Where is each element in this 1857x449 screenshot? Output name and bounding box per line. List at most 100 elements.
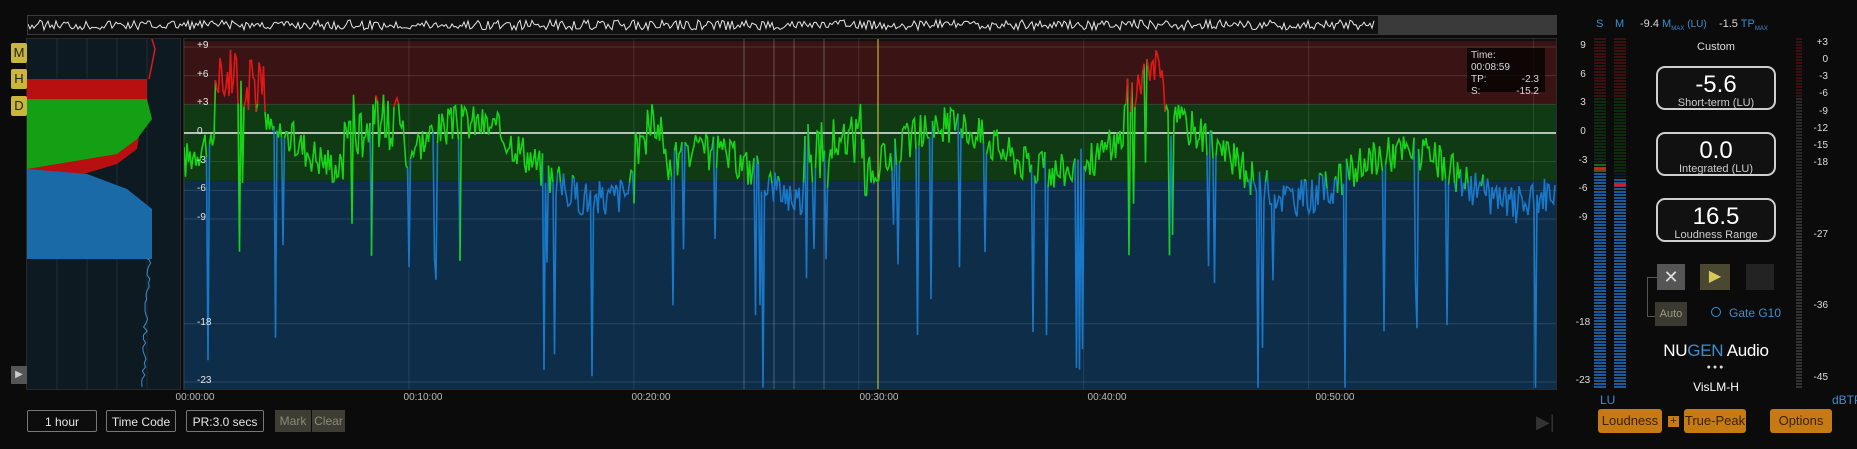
- tp-segment: [1796, 113, 1802, 115]
- s-meter-segment: [1594, 56, 1606, 58]
- m-meter-segment: [1614, 179, 1626, 181]
- m-meter-segment: [1614, 83, 1626, 85]
- auto-button[interactable]: Auto: [1655, 302, 1687, 326]
- m-meter-segment: [1614, 173, 1626, 175]
- s-meter-segment: [1594, 206, 1606, 208]
- s-meter-segment: [1594, 110, 1606, 112]
- tp-segment: [1796, 59, 1802, 61]
- s-meter-segment: [1594, 293, 1606, 295]
- m-meter-segment: [1614, 233, 1626, 235]
- m-meter-segment: [1614, 170, 1626, 172]
- tp-segment: [1796, 206, 1802, 208]
- mark-button[interactable]: Mark: [275, 410, 311, 432]
- m-meter-segment: [1614, 65, 1626, 67]
- tp-segment: [1796, 161, 1802, 163]
- loudness-history-graph[interactable]: [183, 38, 1557, 390]
- tp-segment: [1796, 179, 1802, 181]
- tp-segment: [1796, 266, 1802, 268]
- mode-button-h[interactable]: H: [11, 69, 27, 89]
- options-button[interactable]: Options: [1770, 409, 1832, 433]
- tp-segment: [1796, 200, 1802, 202]
- y-tick-label: +9: [197, 40, 209, 51]
- preset-name[interactable]: Custom: [1656, 41, 1776, 53]
- tp-segment: [1796, 173, 1802, 175]
- time-range-select[interactable]: 1 hour: [27, 410, 97, 432]
- tp-segment: [1796, 242, 1802, 244]
- tp-scale-label: -15: [1813, 139, 1828, 151]
- s-meter-segment: [1594, 380, 1606, 382]
- s-meter-segment: [1594, 386, 1606, 388]
- s-meter-segment: [1594, 239, 1606, 241]
- tp-segment: [1796, 143, 1802, 145]
- m-meter-segment: [1614, 365, 1626, 367]
- tp-segment: [1796, 212, 1802, 214]
- m-meter-segment: [1614, 254, 1626, 256]
- gate-label[interactable]: Gate G10: [1729, 306, 1781, 320]
- s-meter-segment: [1594, 38, 1606, 40]
- s-meter-segment: [1594, 281, 1606, 283]
- tp-label: TP:: [1471, 74, 1487, 85]
- y-tick-label: -6: [197, 183, 206, 195]
- s-meter-segment: [1594, 284, 1606, 286]
- m-meter-segment: [1614, 278, 1626, 280]
- tp-segment: [1796, 86, 1802, 88]
- m-meter-segment: [1614, 227, 1626, 229]
- play-icon[interactable]: ▶: [1700, 264, 1730, 290]
- overview-strip[interactable]: [27, 15, 1557, 35]
- m-meter-segment: [1614, 41, 1626, 43]
- gate-radio-icon[interactable]: [1711, 307, 1721, 317]
- plus-icon[interactable]: +: [1668, 416, 1679, 427]
- m-meter-segment: [1614, 296, 1626, 298]
- histogram-play-icon[interactable]: ▶: [11, 366, 27, 384]
- s-meter-segment: [1594, 179, 1606, 181]
- s-meter-segment: [1594, 236, 1606, 238]
- s-meter-segment: [1594, 359, 1606, 361]
- s-meter-segment: [1594, 104, 1606, 106]
- max-readouts: -9.4 MMAX (LU) -1.5 TPMAX: [1640, 18, 1768, 32]
- mode-button-d[interactable]: D: [11, 96, 27, 116]
- tp-segment: [1796, 188, 1802, 190]
- m-meter-segment: [1614, 218, 1626, 220]
- tp-segment: [1796, 167, 1802, 169]
- m-meter-segment: [1614, 320, 1626, 322]
- mode-button-m[interactable]: M: [11, 43, 27, 63]
- tp-segment: [1796, 365, 1802, 367]
- brand-logo: NUGEN Audio: [1656, 341, 1776, 361]
- s-meter-segment: [1594, 101, 1606, 103]
- s-meter-segment: [1594, 233, 1606, 235]
- m-meter-segment: [1614, 206, 1626, 208]
- s-meter-segment: [1594, 161, 1606, 163]
- m-meter-segment: [1614, 119, 1626, 121]
- pause-icon[interactable]: [1746, 264, 1774, 290]
- tp-segment: [1796, 140, 1802, 142]
- tp-segment: [1796, 380, 1802, 382]
- m-meter-segment: [1614, 245, 1626, 247]
- clear-button[interactable]: Clear: [312, 410, 345, 432]
- tp-segment: [1796, 74, 1802, 76]
- m-meter-segment: [1614, 323, 1626, 325]
- s-meter-segment: [1594, 164, 1606, 166]
- m-meter-segment: [1614, 92, 1626, 94]
- pr-button[interactable]: PR:3.0 secs: [186, 410, 264, 432]
- skip-end-icon[interactable]: ▶|: [1536, 412, 1555, 433]
- reset-icon[interactable]: ✕: [1657, 264, 1685, 290]
- tp-segment: [1796, 56, 1802, 58]
- overview-waveform: [27, 16, 1556, 34]
- tp-segment: [1796, 209, 1802, 211]
- true-peak-button[interactable]: True-Peak: [1684, 409, 1746, 433]
- m-meter-segment: [1614, 368, 1626, 370]
- tp-segment: [1796, 215, 1802, 217]
- m-meter-segment: [1614, 353, 1626, 355]
- tp-max-sub: MAX: [1754, 26, 1768, 33]
- time-code-button[interactable]: Time Code: [106, 410, 176, 432]
- s-meter-segment: [1594, 254, 1606, 256]
- m-meter-segment: [1614, 308, 1626, 310]
- s-meter-segment: [1594, 365, 1606, 367]
- m-meter-segment: [1614, 332, 1626, 334]
- m-meter-segment: [1614, 98, 1626, 100]
- tp-segment: [1796, 383, 1802, 385]
- loudness-button[interactable]: Loudness: [1598, 409, 1662, 433]
- s-meter-segment: [1594, 251, 1606, 253]
- s-meter-segment: [1594, 83, 1606, 85]
- m-meter-segment: [1614, 362, 1626, 364]
